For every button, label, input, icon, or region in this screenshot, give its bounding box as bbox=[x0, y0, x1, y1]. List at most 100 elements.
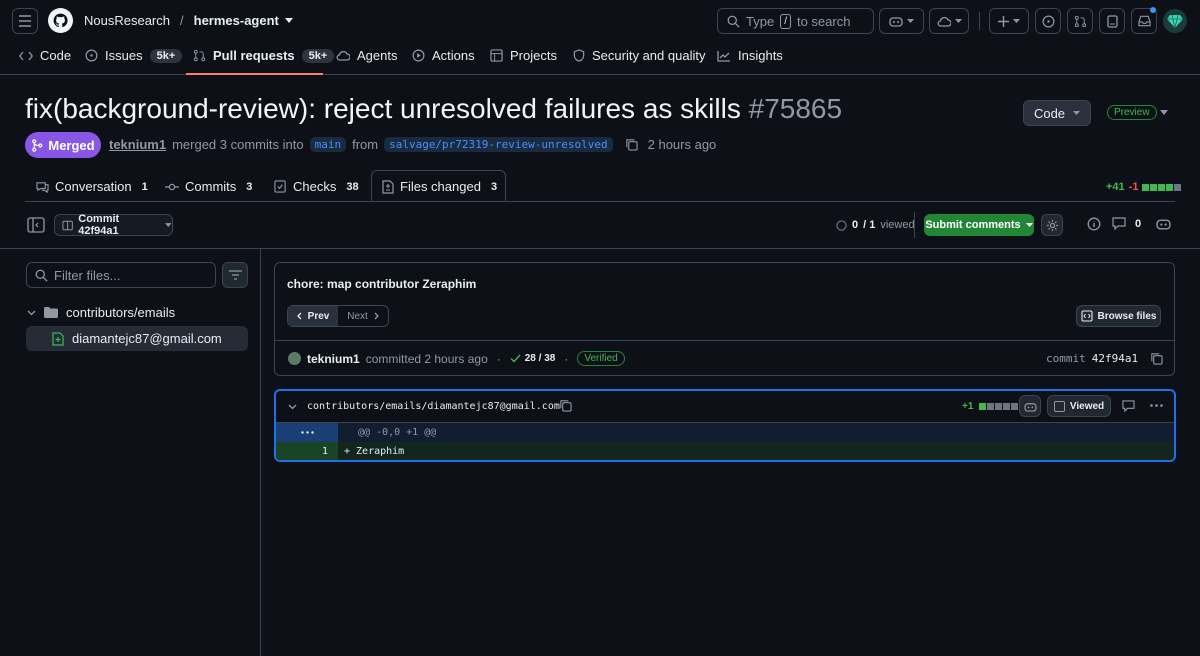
github-logo-icon[interactable] bbox=[48, 8, 73, 33]
commit-author[interactable]: teknium1 bbox=[307, 352, 360, 366]
filter-files-input[interactable]: Filter files... bbox=[26, 262, 216, 288]
cloud-agent-button[interactable] bbox=[929, 8, 969, 34]
line-number[interactable]: 1 bbox=[276, 442, 338, 460]
copilot-icon[interactable] bbox=[1156, 217, 1171, 230]
tab-label: Commits bbox=[185, 179, 237, 194]
shield-icon bbox=[573, 49, 585, 62]
directory-name: contributors/emails bbox=[66, 305, 176, 320]
preview-dropdown-icon[interactable] bbox=[1160, 110, 1168, 115]
file-added-icon bbox=[52, 331, 64, 346]
nav-label: Projects bbox=[510, 48, 557, 63]
create-new-button[interactable] bbox=[989, 8, 1029, 34]
repo-dropdown-icon[interactable] bbox=[284, 18, 293, 23]
commit-message: chore: map contributor Zeraphim bbox=[287, 277, 477, 291]
verified-badge[interactable]: Verified bbox=[577, 351, 625, 366]
nav-pull-requests[interactable]: Pull requests 5k+ bbox=[193, 48, 335, 63]
comment-icon[interactable] bbox=[1122, 400, 1135, 412]
toolbar-divider bbox=[914, 212, 915, 238]
browse-files-button[interactable]: Browse files bbox=[1076, 305, 1161, 327]
nav-issues[interactable]: Issues 5k+ bbox=[85, 48, 183, 63]
info-icon[interactable] bbox=[1087, 217, 1101, 231]
copy-icon[interactable] bbox=[559, 399, 572, 412]
nav-security[interactable]: Security and quality bbox=[573, 48, 705, 63]
diffstat: +41 -1 bbox=[1106, 181, 1182, 193]
tree-file-item[interactable]: diamantejc87@gmail.com bbox=[26, 326, 248, 351]
tab-label: Files changed bbox=[400, 179, 481, 194]
nav-insights[interactable]: Insights bbox=[717, 48, 783, 63]
issue-icon bbox=[1042, 15, 1054, 27]
kebab-menu-icon[interactable] bbox=[1150, 404, 1163, 407]
sidebar-toggle-icon[interactable] bbox=[27, 217, 45, 233]
copilot-button[interactable] bbox=[879, 8, 924, 34]
pull-requests-button[interactable] bbox=[1067, 8, 1093, 34]
graph-icon bbox=[717, 50, 730, 62]
base-branch[interactable]: main bbox=[309, 137, 347, 152]
tree-directory[interactable]: contributors/emails bbox=[27, 305, 175, 320]
notification-indicator bbox=[1150, 7, 1156, 13]
author-avatar[interactable] bbox=[288, 352, 301, 365]
owner-link[interactable]: NousResearch bbox=[84, 13, 170, 28]
agent-icon bbox=[336, 50, 350, 61]
preview-badge[interactable]: Preview bbox=[1107, 105, 1157, 120]
nav-agents[interactable]: Agents bbox=[336, 48, 397, 63]
nav-label: Pull requests bbox=[213, 48, 295, 63]
file-diffstat-bar bbox=[979, 403, 1019, 410]
issues-button[interactable] bbox=[1035, 8, 1061, 34]
issue-icon bbox=[85, 49, 98, 62]
file-copilot-button[interactable] bbox=[1019, 395, 1041, 417]
sha-value[interactable]: 42f94a1 bbox=[1092, 352, 1138, 365]
comments-count-button[interactable]: 0 bbox=[1112, 217, 1141, 230]
search-icon bbox=[35, 269, 48, 282]
menu-icon[interactable] bbox=[12, 8, 38, 34]
nav-actions[interactable]: Actions bbox=[412, 48, 475, 63]
copy-icon[interactable] bbox=[1150, 352, 1163, 365]
toolbar-bottom-border bbox=[0, 248, 1200, 249]
next-commit-button[interactable]: Next bbox=[338, 311, 388, 322]
repo-icon bbox=[1106, 14, 1118, 28]
chevron-down-icon bbox=[1073, 111, 1081, 115]
commit-select[interactable]: Commit 42f94a1 bbox=[54, 213, 173, 237]
added-line-row[interactable]: 1 + Zeraphim bbox=[276, 442, 1174, 460]
meta-dot: · bbox=[564, 351, 569, 366]
search-input[interactable]: Type / to search bbox=[717, 8, 874, 34]
nav-label: Security and quality bbox=[592, 48, 706, 63]
merged-state-badge: Merged bbox=[25, 132, 101, 158]
repo-link[interactable]: hermes-agent bbox=[194, 13, 279, 28]
nav-projects[interactable]: Projects bbox=[490, 48, 557, 63]
viewed-checkbox-button[interactable]: Viewed bbox=[1047, 395, 1111, 417]
copy-icon[interactable] bbox=[625, 138, 638, 151]
tab-files-changed[interactable]: Files changed 3 bbox=[382, 179, 501, 194]
diff-file: contributors/emails/diamantejc87@gmail.c… bbox=[274, 389, 1176, 462]
nav-label: Issues bbox=[105, 48, 143, 63]
collapse-chevron-icon[interactable] bbox=[288, 404, 297, 410]
checks-status[interactable]: 28 / 38 bbox=[510, 353, 555, 364]
chevron-right-icon bbox=[374, 312, 379, 320]
chevron-down-icon bbox=[907, 19, 914, 23]
copilot-icon bbox=[1023, 402, 1037, 412]
submit-comments-button[interactable]: Submit comments bbox=[924, 214, 1034, 236]
repositories-button[interactable] bbox=[1099, 8, 1125, 34]
user-avatar[interactable] bbox=[1163, 9, 1187, 33]
code-button[interactable]: Code bbox=[1023, 100, 1091, 126]
header-divider bbox=[979, 12, 980, 30]
from-text: from bbox=[352, 137, 379, 152]
diff-settings-button[interactable] bbox=[1041, 214, 1063, 236]
pr-author[interactable]: teknium1 bbox=[109, 137, 166, 152]
nav-code[interactable]: Code bbox=[19, 48, 71, 63]
committed-text: committed 2 hours ago bbox=[365, 351, 488, 366]
expand-hunk-button[interactable] bbox=[276, 423, 338, 442]
prev-commit-button[interactable]: Prev bbox=[288, 306, 338, 326]
pr-title-text: fix(background-review): reject unresolve… bbox=[25, 93, 741, 124]
merged-label: Merged bbox=[48, 137, 95, 153]
file-additions: +1 bbox=[962, 401, 974, 412]
tab-checks[interactable]: Checks 38 bbox=[274, 179, 363, 194]
tab-commits[interactable]: Commits 3 bbox=[165, 179, 256, 194]
deletions-count: -1 bbox=[1128, 181, 1139, 193]
viewed-total: / 1 bbox=[863, 219, 876, 231]
pr-title: fix(background-review): reject unresolve… bbox=[25, 93, 842, 125]
diff-file-path[interactable]: contributors/emails/diamantejc87@gmail.c… bbox=[307, 401, 560, 412]
head-branch[interactable]: salvage/pr72319-review-unresolved bbox=[384, 137, 613, 152]
tab-conversation[interactable]: Conversation 1 bbox=[36, 179, 152, 194]
filter-options-button[interactable] bbox=[222, 262, 248, 288]
nav-counter: 5k+ bbox=[301, 48, 335, 63]
